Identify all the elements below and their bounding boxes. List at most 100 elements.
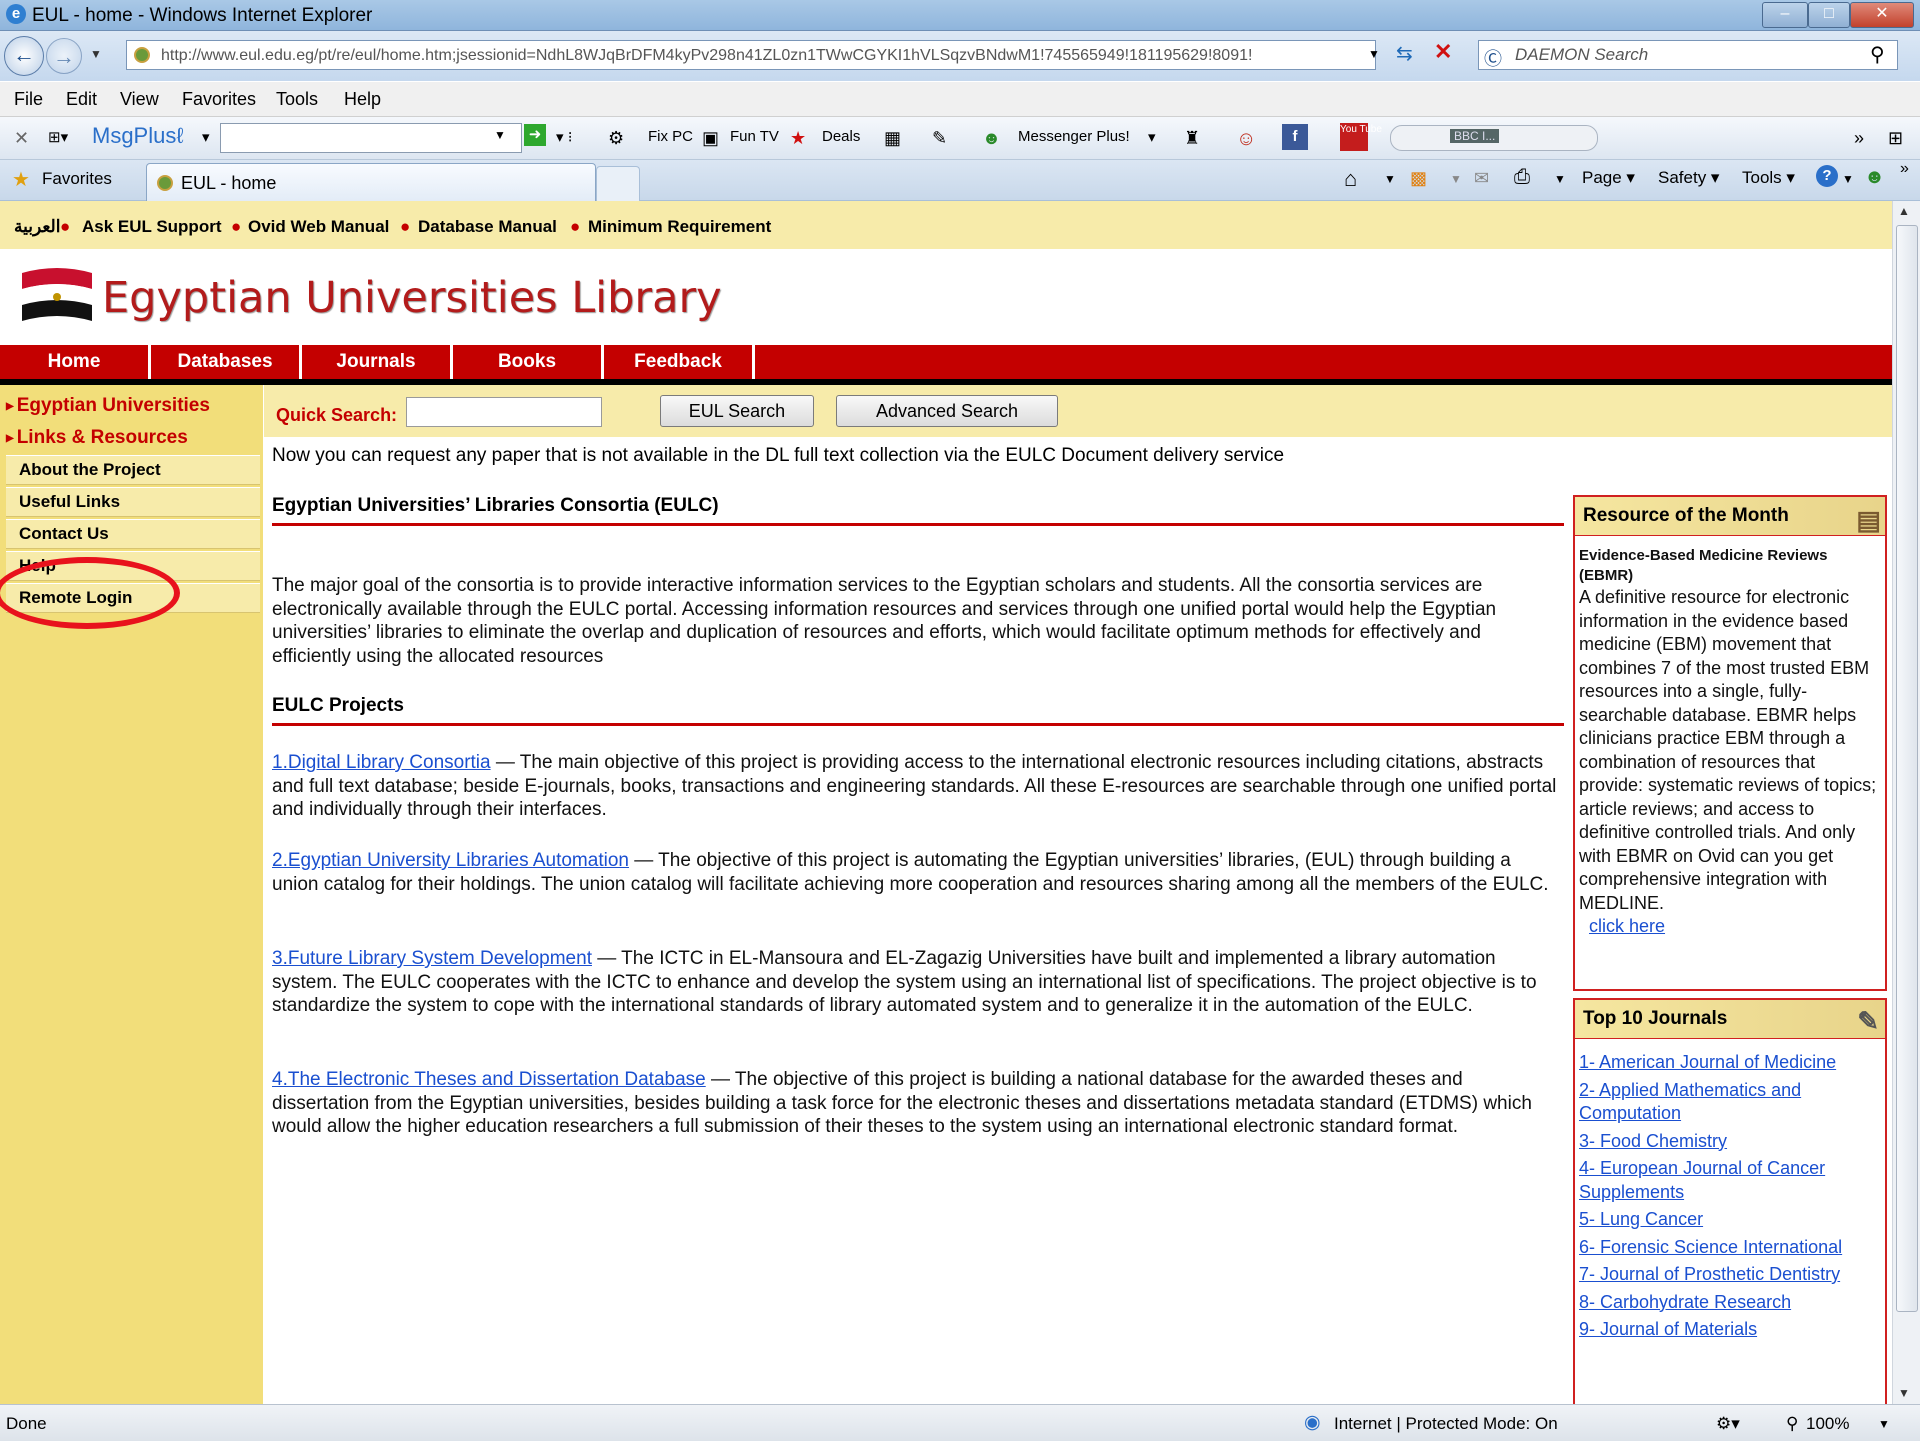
toolbar-search-input[interactable]	[220, 123, 522, 153]
forward-button[interactable]: →	[46, 38, 82, 74]
scroll-up-icon[interactable]: ▲	[1898, 204, 1910, 218]
journal-link[interactable]: 9- Journal of Materials	[1579, 1319, 1757, 1339]
ask-support-link[interactable]: Ask EUL Support	[82, 217, 221, 237]
zoom-dropdown-icon[interactable]: ▼	[1878, 1417, 1890, 1431]
ovid-manual-link[interactable]: Ovid Web Manual	[248, 217, 389, 237]
msgplus-dropdown-icon[interactable]: ▾	[202, 128, 210, 146]
advanced-search-button[interactable]: Advanced Search	[836, 395, 1058, 427]
toolbar-menu-icon[interactable]: ⊞▾	[48, 128, 68, 146]
sidebar-item-about[interactable]: About the Project	[6, 455, 260, 485]
zoom-level[interactable]: 100%	[1806, 1414, 1849, 1434]
nav-journals[interactable]: Journals	[302, 345, 453, 379]
journal-link[interactable]: 6- Forensic Science International	[1579, 1237, 1842, 1257]
zone-settings-icon[interactable]: ⚙▾	[1716, 1414, 1740, 1434]
maximize-button[interactable]: □	[1808, 2, 1850, 28]
notice-text: Now you can request any paper that is no…	[272, 445, 1285, 466]
tools-menu[interactable]: Tools ▾	[1742, 168, 1795, 188]
facebook-icon[interactable]: f	[1282, 124, 1308, 150]
nav-feedback[interactable]: Feedback	[604, 345, 755, 379]
url-input[interactable]: http://www.eul.edu.eg/pt/re/eul/home.htm…	[126, 40, 1376, 70]
close-toolbar-icon[interactable]: ✕	[14, 128, 29, 149]
nav-books[interactable]: Books	[453, 345, 604, 379]
journal-link[interactable]: 3- Food Chemistry	[1579, 1131, 1727, 1151]
scrollbar-thumb[interactable]	[1896, 225, 1918, 1312]
sidebar-item-contact[interactable]: Contact Us	[6, 519, 260, 549]
fixpc-icon: ⚙	[608, 128, 625, 148]
eul-search-button[interactable]: EUL Search	[660, 395, 814, 427]
print-dropdown-icon[interactable]: ▼	[1554, 172, 1566, 186]
radio-station[interactable]: BBC I...	[1450, 129, 1500, 143]
menu-tools[interactable]: Tools	[276, 89, 318, 110]
feeds-dropdown-icon[interactable]: ▼	[1450, 172, 1462, 186]
ie-logo-icon: e	[6, 4, 26, 24]
toolbar-more-icon[interactable]: »	[1854, 128, 1864, 149]
search-icon[interactable]: ⚲	[1870, 42, 1885, 67]
home-dropdown-icon[interactable]: ▼	[1384, 172, 1396, 186]
quick-search-input[interactable]	[406, 397, 602, 427]
scroll-down-icon[interactable]: ▼	[1898, 1386, 1910, 1400]
sidebar-links-resources[interactable]: Links & Resources	[6, 427, 188, 449]
sidebar-item-useful-links[interactable]: Useful Links	[6, 487, 260, 517]
security-zone[interactable]: Internet | Protected Mode: On	[1334, 1414, 1558, 1434]
project-link[interactable]: 1.Digital Library Consortia	[272, 752, 491, 773]
messenger-dropdown-icon[interactable]: ▾	[1148, 128, 1156, 146]
menu-edit[interactable]: Edit	[66, 89, 97, 110]
journal-link[interactable]: 4- European Journal of Cancer Supplement…	[1579, 1158, 1825, 1202]
nav-databases[interactable]: Databases	[151, 345, 302, 379]
menu-view[interactable]: View	[120, 89, 159, 110]
chat-icon[interactable]: ✎	[932, 128, 947, 149]
menu-favorites[interactable]: Favorites	[182, 89, 256, 110]
command-more-icon[interactable]: »	[1900, 160, 1909, 178]
mail-icon[interactable]: ✉	[1474, 168, 1489, 189]
project-link[interactable]: 3.Future Library System Development	[272, 948, 592, 969]
journal-link[interactable]: 2- Applied Mathematics and Computation	[1579, 1080, 1801, 1124]
fixpc-button[interactable]: Fix PC	[648, 128, 693, 145]
history-dropdown-icon[interactable]: ▼	[90, 47, 102, 61]
menu-file[interactable]: File	[14, 89, 43, 110]
min-requirement-link[interactable]: Minimum Requirement	[588, 217, 771, 237]
funtv-button[interactable]: Fun TV	[730, 128, 779, 145]
messenger-plus-button[interactable]: Messenger Plus!	[1018, 128, 1130, 145]
favorites-button[interactable]: Favorites	[42, 169, 112, 189]
deals-button[interactable]: Deals	[822, 128, 860, 145]
toolbar-search-dropdown-icon[interactable]: ▼	[494, 128, 506, 142]
safety-menu[interactable]: Safety ▾	[1658, 168, 1719, 188]
journal-link[interactable]: 5- Lung Cancer	[1579, 1209, 1703, 1229]
youtube-icon[interactable]: You Tube	[1340, 123, 1382, 151]
print-icon[interactable]: ⎙	[1514, 166, 1530, 189]
url-dropdown-icon[interactable]: ▼	[1368, 47, 1380, 61]
database-manual-link[interactable]: Database Manual	[418, 217, 557, 237]
site-logo-text[interactable]: Egyptian Universities Library	[102, 273, 722, 323]
back-button[interactable]: ←	[4, 36, 44, 76]
add-toolbar-icon[interactable]: ⊞	[1888, 128, 1903, 149]
journal-link[interactable]: 1- American Journal of Medicine	[1579, 1052, 1836, 1072]
go-dropdown-icon[interactable]: ▾ ⁝	[556, 128, 572, 146]
minimize-button[interactable]: –	[1762, 2, 1808, 28]
project-link[interactable]: 2.Egyptian University Libraries Automati…	[272, 850, 629, 871]
journal-link[interactable]: 8- Carbohydrate Research	[1579, 1292, 1791, 1312]
game-icon[interactable]: ♜	[1184, 128, 1200, 149]
close-button[interactable]: ✕	[1850, 2, 1914, 28]
resource-click-here-link[interactable]: click here	[1589, 916, 1665, 936]
calendar-icon[interactable]: ▦	[884, 128, 901, 149]
help-icon[interactable]: ?	[1816, 165, 1838, 187]
menu-help[interactable]: Help	[344, 89, 381, 110]
tab-eul-home[interactable]: EUL - home	[146, 163, 596, 201]
msgplus-logo[interactable]: MsgPlusℓ	[92, 123, 183, 149]
arabic-link[interactable]: العربية	[14, 217, 60, 237]
feeds-icon[interactable]: ▩	[1410, 168, 1427, 189]
new-tab-button[interactable]	[596, 166, 640, 201]
smiley-icon[interactable]: ☺	[1236, 128, 1256, 151]
sidebar-egyptian-universities[interactable]: Egyptian Universities	[6, 395, 210, 417]
help-dropdown-icon[interactable]: ▼	[1842, 172, 1854, 186]
journal-link[interactable]: 7- Journal of Prosthetic Dentistry	[1579, 1264, 1840, 1284]
nav-home[interactable]: Home	[0, 345, 151, 379]
research-icon[interactable]: ☻	[1864, 166, 1885, 189]
go-icon[interactable]: ➜	[524, 124, 546, 146]
refresh-icon[interactable]: ⇆	[1396, 41, 1413, 66]
search-input[interactable]: DAEMON Search	[1478, 40, 1898, 70]
page-menu[interactable]: Page ▾	[1582, 168, 1635, 188]
home-icon[interactable]: ⌂	[1344, 166, 1357, 192]
stop-icon[interactable]: ✕	[1434, 39, 1452, 65]
project-link[interactable]: 4.The Electronic Theses and Dissertation…	[272, 1069, 706, 1090]
